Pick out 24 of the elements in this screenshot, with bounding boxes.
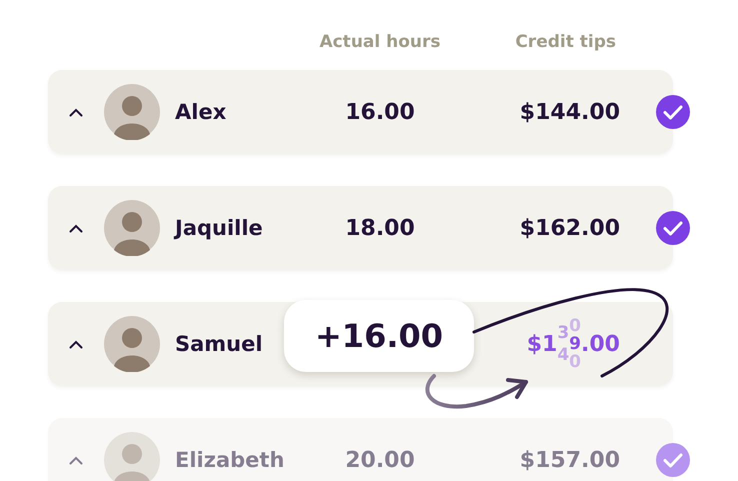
avatar bbox=[104, 200, 160, 256]
curved-arrow-icon bbox=[425, 374, 528, 409]
hours-popup: +16.00 bbox=[284, 300, 474, 372]
tips-value: $144.00 bbox=[520, 100, 620, 124]
column-header: Actual hours bbox=[318, 32, 442, 52]
employee-name: Jaquille bbox=[172, 216, 264, 240]
checkmark-icon[interactable] bbox=[656, 211, 690, 245]
checkmark-icon[interactable] bbox=[656, 95, 690, 129]
avatar bbox=[104, 316, 160, 372]
caret-icon[interactable] bbox=[69, 224, 83, 232]
tips-value: $162.00 bbox=[520, 216, 620, 240]
caret-icon[interactable] bbox=[69, 108, 83, 116]
avatar bbox=[104, 84, 160, 140]
employee-name: Alex bbox=[174, 100, 228, 124]
checkmark-icon[interactable] bbox=[656, 443, 690, 477]
tips-value: $157.00 bbox=[520, 448, 620, 472]
hours-value: 16.00 bbox=[345, 100, 415, 124]
hours-value: 20.00 bbox=[345, 448, 415, 472]
employee-name: Elizabeth bbox=[174, 448, 286, 472]
caret-icon[interactable] bbox=[69, 340, 83, 348]
column-header: Credit tips bbox=[514, 32, 617, 52]
avatar bbox=[104, 432, 160, 481]
hours-value: 18.00 bbox=[345, 216, 415, 240]
employee-name: Samuel bbox=[174, 332, 264, 356]
